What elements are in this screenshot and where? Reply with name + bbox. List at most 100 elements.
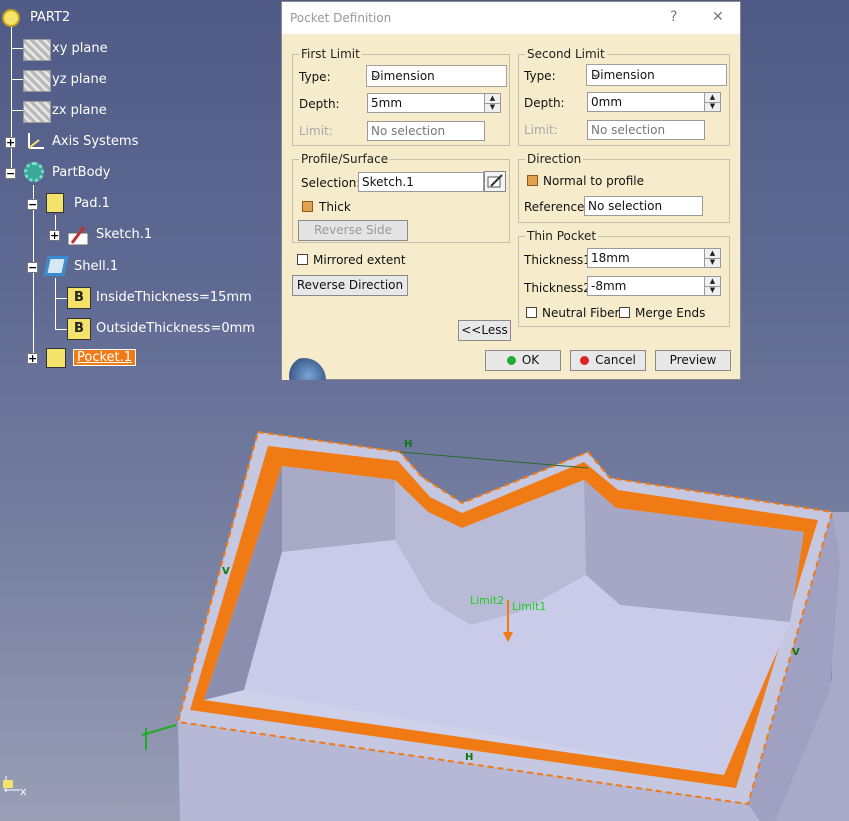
second-depth-input[interactable]: 0mm (587, 92, 705, 112)
thickness2-value: -8mm (591, 279, 627, 293)
collapse-pad-icon[interactable]: − (27, 199, 38, 210)
thickness1-input[interactable]: 18mm (587, 248, 705, 268)
first-type-select[interactable]: Dimension ⌄ (366, 65, 507, 87)
ok-green-icon (506, 356, 516, 365)
preview-button[interactable]: Preview (655, 350, 731, 371)
tree-item-sketch[interactable]: Sketch.1 (96, 227, 152, 242)
collapse-shell-icon[interactable]: − (27, 262, 38, 273)
first-depth-input[interactable]: 5mm (367, 93, 485, 113)
yz-plane-icon (23, 70, 51, 92)
tree-root-part2[interactable]: PART2 (30, 10, 70, 25)
reference-value: No selection (588, 199, 663, 213)
thickness1-spinner[interactable]: ▲ ▼ (704, 248, 721, 268)
h-constraint-top: H (404, 439, 412, 450)
tree-item-partbody[interactable]: PartBody (52, 165, 110, 180)
merge-ends-label: Merge Ends (635, 306, 706, 320)
dialog-titlebar[interactable]: Pocket Definition ? ✕ (282, 2, 740, 34)
tree-item-zx-plane[interactable]: zx plane (52, 103, 107, 118)
ok-label: OK (521, 353, 540, 367)
thickness2-spinner[interactable]: ▲ ▼ (704, 276, 721, 296)
mirrored-extent-label: Mirrored extent (313, 253, 406, 267)
zx-plane-icon (23, 101, 51, 123)
reference-field[interactable]: No selection (584, 196, 703, 216)
thickness1-value: 18mm (591, 251, 630, 265)
globe-logo-icon (282, 358, 326, 380)
v-constraint-right: V (792, 647, 800, 658)
first-depth-spinner[interactable]: ▲ ▼ (484, 93, 501, 113)
thick-label: Thick (319, 200, 351, 214)
selection-label: Selection: (301, 176, 361, 190)
pocket-icon (46, 348, 66, 368)
chevron-down-icon: ⌄ (591, 67, 601, 80)
second-depth-value: 0mm (591, 95, 623, 109)
edit-sketch-icon (487, 174, 503, 188)
mirrored-extent-checkbox[interactable] (297, 254, 308, 265)
selection-field[interactable]: Sketch.1 (358, 172, 484, 192)
normal-to-profile-checkbox[interactable] (527, 175, 538, 186)
tree-item-pocket[interactable]: Pocket.1 (73, 349, 137, 366)
sketch-icon (67, 226, 89, 246)
spin-down-icon[interactable]: ▼ (705, 286, 720, 295)
second-type-select[interactable]: Dimension ⌄ (586, 64, 727, 86)
xy-plane-icon (23, 39, 51, 61)
pad-icon (46, 193, 64, 213)
tree-item-yz-plane[interactable]: yz plane (52, 72, 107, 87)
sketch-edit-button[interactable] (484, 171, 506, 192)
tree-item-pad[interactable]: Pad.1 (74, 196, 110, 211)
thick-checkbox[interactable] (302, 201, 313, 212)
merge-ends-checkbox[interactable] (619, 307, 630, 318)
sketch-axis-line (399, 451, 589, 469)
direction-title: Direction (525, 152, 584, 166)
thin-pocket-title: Thin Pocket (525, 229, 599, 243)
parameter-inside-thickness-icon: B (67, 287, 91, 309)
expand-sketch-icon[interactable]: + (49, 230, 60, 241)
ok-button[interactable]: OK (485, 350, 561, 371)
second-limit-value: No selection (591, 123, 666, 137)
second-limit-field: No selection (587, 120, 705, 140)
reverse-direction-button[interactable]: Reverse Direction (292, 275, 408, 296)
profile-surface-title: Profile/Surface (299, 152, 391, 166)
thickness2-input[interactable]: -8mm (587, 276, 705, 296)
expand-axis-systems-icon[interactable]: + (5, 137, 16, 148)
h-constraint-bottom: H (465, 752, 473, 763)
spin-down-icon[interactable]: ▼ (705, 102, 720, 111)
shell-icon (43, 256, 69, 276)
second-depth-spinner[interactable]: ▲ ▼ (704, 92, 721, 112)
cavity-back-wall-left (282, 466, 395, 552)
tree-item-shell[interactable]: Shell.1 (74, 259, 118, 274)
first-depth-value: 5mm (371, 96, 403, 110)
cancel-button[interactable]: Cancel (570, 350, 646, 371)
spin-down-icon[interactable]: ▼ (705, 258, 720, 267)
expand-pocket-icon[interactable]: + (27, 353, 38, 364)
axis-systems-icon (28, 133, 44, 149)
help-button[interactable]: ? (670, 9, 677, 25)
less-button[interactable]: <<Less (458, 320, 511, 341)
limit2-label: Limit2 (470, 594, 504, 607)
first-limit-value: No selection (371, 124, 446, 138)
first-type-label: Type: (299, 70, 331, 84)
reference-label: Reference: (524, 200, 589, 214)
axis-x-label: x (20, 785, 27, 798)
first-limit-field: No selection (367, 121, 485, 141)
second-limit-title: Second Limit (525, 47, 607, 61)
second-depth-label: Depth: (524, 96, 565, 110)
collapse-partbody-icon[interactable]: − (5, 168, 16, 179)
pocket-definition-dialog: Pocket Definition ? ✕ First Limit Type: … (281, 1, 741, 380)
part-root-icon[interactable] (2, 9, 20, 27)
close-icon[interactable]: ✕ (712, 9, 724, 25)
tree-item-xy-plane[interactable]: xy plane (52, 41, 108, 56)
cancel-label: Cancel (595, 353, 636, 367)
sketch-origin-icon (141, 724, 177, 750)
first-depth-label: Depth: (299, 97, 340, 111)
tree-item-inside-thickness[interactable]: InsideThickness=15mm (96, 290, 252, 305)
second-limit-label: Limit: (524, 123, 558, 137)
selection-value: Sketch.1 (362, 175, 414, 189)
neutral-fiber-checkbox[interactable] (526, 307, 537, 318)
spin-down-icon[interactable]: ▼ (485, 103, 500, 112)
axis-triad-icon (3, 776, 20, 792)
tree-item-outside-thickness[interactable]: OutsideThickness=0mm (96, 321, 255, 336)
reverse-side-button: Reverse Side (298, 220, 408, 241)
tree-item-axis-systems[interactable]: Axis Systems (52, 134, 138, 149)
dialog-title: Pocket Definition (290, 11, 392, 25)
partbody-gear-icon (24, 162, 44, 182)
